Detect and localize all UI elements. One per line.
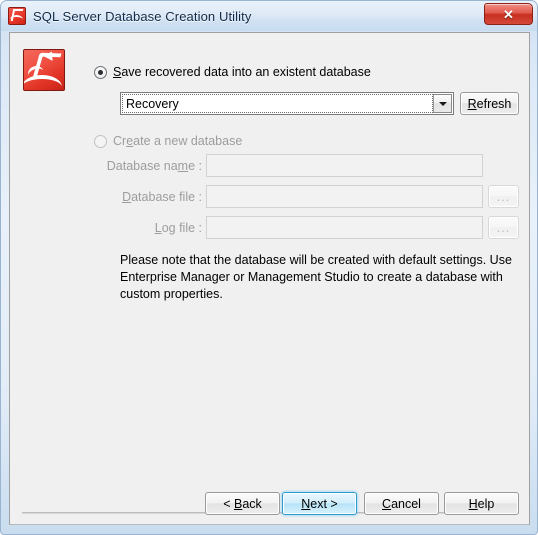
back-button[interactable]: < Back (205, 492, 280, 515)
next-button-label: Next > (301, 496, 338, 511)
database-file-browse-button[interactable]: ... (488, 185, 519, 208)
log-file-input[interactable] (206, 216, 483, 239)
database-file-input[interactable] (206, 185, 483, 208)
cancel-button[interactable]: Cancel (364, 492, 439, 515)
default-settings-note: Please note that the database will be cr… (120, 253, 512, 301)
radio-indicator-create-new[interactable] (94, 134, 107, 148)
radio-label-existing: Save recovered data into an existent dat… (113, 65, 371, 79)
title-bar[interactable]: SQL Server Database Creation Utility (1, 1, 537, 31)
database-file-label: Database file : (122, 190, 202, 204)
application-window: SQL Server Database Creation Utility ✕ S… (0, 0, 538, 535)
radio-save-into-existing-database[interactable]: Save recovered data into an existent dat… (94, 65, 371, 79)
database-select[interactable]: Recovery (120, 92, 454, 115)
close-button[interactable]: ✕ (484, 3, 533, 25)
next-button[interactable]: Next > (282, 492, 357, 515)
app-icon (8, 7, 26, 25)
client-area: Save recovered data into an existent dat… (9, 32, 530, 525)
help-button-label: Help (468, 496, 495, 511)
window-title: SQL Server Database Creation Utility (33, 8, 252, 24)
database-select-value-box[interactable]: Recovery (122, 94, 433, 113)
ellipsis-icon: ... (496, 220, 511, 235)
product-logo-icon (23, 49, 65, 91)
radio-indicator-existing[interactable] (94, 65, 107, 79)
database-name-label: Database name : (106, 159, 202, 173)
radio-create-new-database[interactable]: Create a new database (94, 134, 242, 148)
database-name-input[interactable] (206, 154, 483, 177)
back-button-label: < Back (223, 496, 262, 511)
chevron-down-icon[interactable] (433, 94, 452, 113)
cancel-button-label: Cancel (382, 496, 421, 511)
log-file-label: Log file : (154, 221, 202, 235)
close-icon: ✕ (503, 6, 514, 22)
refresh-button[interactable]: Refresh (460, 92, 519, 115)
ellipsis-icon: ... (496, 189, 511, 204)
database-select-value: Recovery (126, 96, 179, 111)
wizard-page: Save recovered data into an existent dat… (10, 33, 531, 526)
refresh-button-label: Refresh (467, 96, 512, 111)
log-file-browse-button[interactable]: ... (488, 216, 519, 239)
radio-label-create-new: Create a new database (113, 134, 243, 148)
help-button[interactable]: Help (444, 492, 519, 515)
